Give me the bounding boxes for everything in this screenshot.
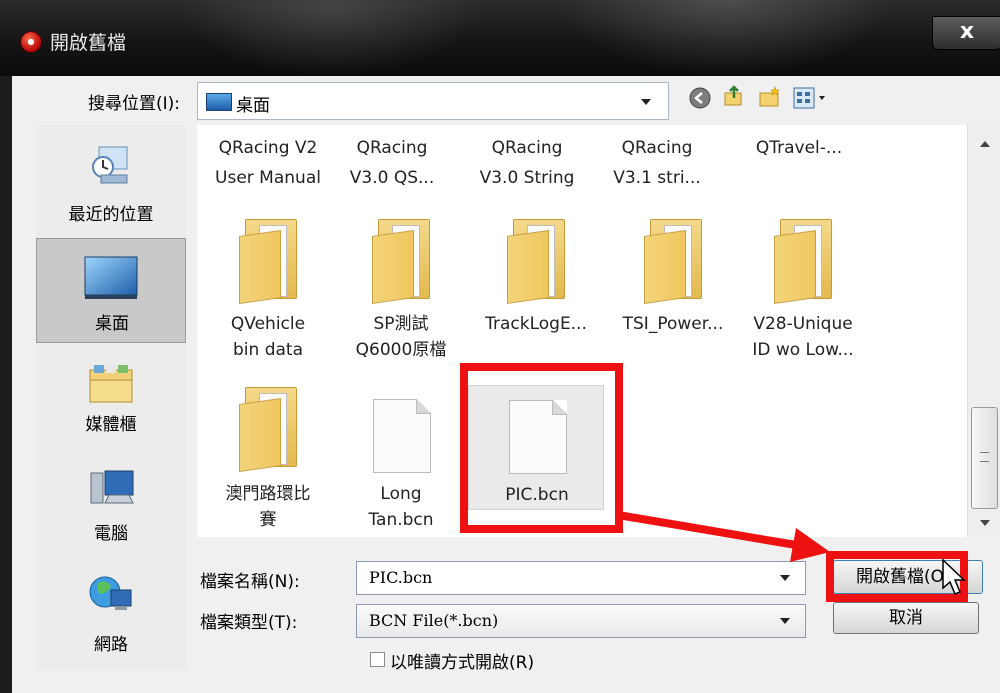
folder-item[interactable]: QVehicle bin data xyxy=(197,213,339,373)
titlebar-glow xyxy=(180,0,480,76)
place-label: 電腦 xyxy=(94,524,128,544)
scroll-up-icon[interactable] xyxy=(980,141,990,147)
place-network[interactable]: 網路 xyxy=(36,562,186,670)
filename-combo[interactable]: PIC.bcn xyxy=(356,561,806,595)
recent-places-icon xyxy=(92,146,128,184)
vertical-scrollbar[interactable] xyxy=(967,125,1000,537)
folder-item[interactable]: SP測試 Q6000原檔 xyxy=(330,213,472,373)
filename-value: PIC.bcn xyxy=(369,568,433,587)
place-computer[interactable]: 電腦 xyxy=(36,457,186,557)
filename-label: 檔案名稱(N): xyxy=(200,572,300,592)
readonly-checkbox[interactable] xyxy=(370,652,385,667)
chevron-down-icon[interactable] xyxy=(780,618,790,624)
lookin-label: 搜尋位置(I): xyxy=(88,94,181,114)
window-frame-left xyxy=(0,76,12,693)
file-item[interactable]: QRacing V3.1 stri... xyxy=(592,137,722,188)
desktop-small-icon xyxy=(206,93,232,111)
place-recent[interactable]: 最近的位置 xyxy=(36,125,186,235)
place-label: 網路 xyxy=(94,635,128,655)
folder-item[interactable]: TrackLogE... xyxy=(465,213,607,373)
scroll-down-icon[interactable] xyxy=(980,520,990,526)
cancel-button[interactable]: 取消 xyxy=(833,602,979,634)
annotation-box-file xyxy=(460,363,623,533)
mouse-cursor-icon xyxy=(942,558,966,595)
up-folder-icon[interactable] xyxy=(722,84,746,108)
folder-icon xyxy=(372,219,432,304)
titlebar-glow xyxy=(560,0,890,76)
back-icon[interactable] xyxy=(688,86,712,110)
close-button[interactable]: x xyxy=(932,16,1000,50)
folder-item[interactable]: V28-Unique ID wo Low... xyxy=(732,213,874,373)
network-icon xyxy=(89,576,132,610)
place-desktop[interactable]: 桌面 xyxy=(36,238,186,343)
folder-item[interactable]: TSI_Power... xyxy=(602,213,744,373)
desktop-icon xyxy=(84,256,138,299)
computer-icon xyxy=(90,470,134,504)
folder-icon xyxy=(239,219,299,304)
view-menu-icon[interactable] xyxy=(792,86,832,110)
folder-icon xyxy=(239,387,299,472)
folder-icon xyxy=(507,219,567,304)
filetype-select[interactable]: BCN File(*.bcn) xyxy=(356,604,806,638)
filetype-label: 檔案類型(T): xyxy=(200,613,298,633)
folder-item[interactable]: 澳門路環比 賽 xyxy=(197,385,339,537)
place-label: 媒體櫃 xyxy=(85,415,137,435)
lookin-value: 桌面 xyxy=(236,96,270,116)
folder-icon xyxy=(774,219,834,304)
place-label: 桌面 xyxy=(95,314,129,334)
scroll-thumb[interactable] xyxy=(971,407,998,509)
place-label: 最近的位置 xyxy=(68,205,154,225)
file-item[interactable]: QTravel-... xyxy=(729,137,869,187)
places-bar: 最近的位置 桌面 媒體櫃 電腦 網路 xyxy=(36,125,186,670)
place-libraries[interactable]: 媒體櫃 xyxy=(36,350,186,450)
file-item[interactable]: QRacing V3.0 QS... xyxy=(332,137,452,188)
new-folder-icon[interactable] xyxy=(758,85,782,109)
readonly-label: 以唯讀方式開啟(R) xyxy=(390,653,535,673)
window-title: 開啟舊檔 xyxy=(50,32,127,54)
chevron-down-icon xyxy=(641,99,651,105)
folder-icon xyxy=(644,219,704,304)
file-item[interactable]: QRacing V2 User Manual xyxy=(197,137,339,188)
lookin-combo[interactable]: 桌面 xyxy=(197,82,669,120)
grip-icon xyxy=(980,452,989,462)
title-bar xyxy=(0,0,1000,76)
document-icon xyxy=(373,399,431,473)
file-item[interactable]: Long Tan.bcn xyxy=(330,385,472,537)
filetype-value: BCN File(*.bcn) xyxy=(369,611,499,630)
chevron-down-icon[interactable] xyxy=(780,575,790,581)
libraries-icon xyxy=(89,365,133,403)
file-item[interactable]: QRacing V3.0 String xyxy=(462,137,592,188)
app-icon: ● xyxy=(20,31,42,53)
